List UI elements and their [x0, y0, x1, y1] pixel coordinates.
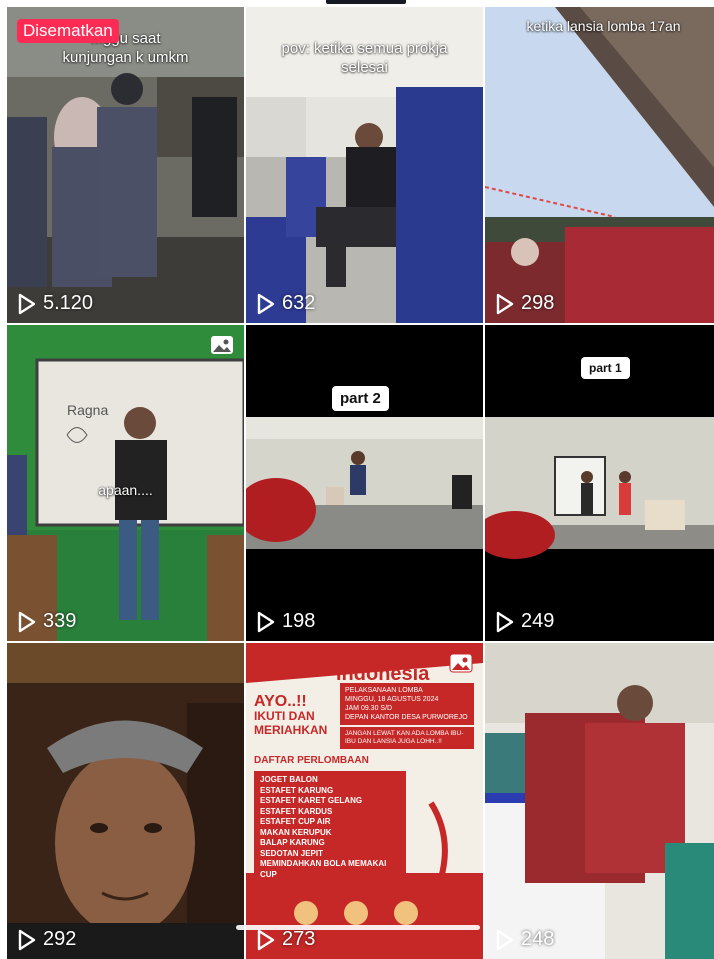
play-icon [257, 293, 275, 314]
poster-info-line: MINGGU, 18 AGUSTUS 2024 [345, 696, 439, 703]
view-count: 339 [17, 610, 76, 633]
poster-list-item: MEMINDAHKAN BOLA MEMAKAI CUP [260, 859, 387, 879]
poster-info-line: PELAKSANAAN LOMBA [345, 687, 423, 694]
video-tile-7[interactable]: 292 [7, 643, 244, 959]
view-count: 5.120 [17, 292, 93, 315]
view-count: 273 [256, 928, 315, 951]
poster-info-line: DEPAN KANTOR DESA PURWOREJO [345, 714, 468, 721]
video-thumbnail [246, 325, 483, 641]
view-count-value: 339 [43, 610, 77, 632]
poster-list-item: JOGET BALON [260, 775, 318, 784]
play-icon [257, 929, 275, 950]
play-icon [496, 611, 514, 632]
poster-list-item: ESTAFET CUP AIR [260, 817, 331, 826]
video-caption: pov: ketika semua prokja selesai [281, 40, 448, 76]
view-count-value: 5.120 [43, 292, 94, 314]
top-scroll-indicator [326, 0, 406, 4]
view-count-value: 198 [282, 610, 316, 632]
video-tile-9[interactable]: 248 [485, 643, 714, 959]
video-thumbnail [485, 643, 714, 959]
poster-slogan-line: IKUTI DAN [254, 709, 315, 723]
video-thumbnail [485, 7, 714, 323]
whiteboard-text: Ragna [67, 402, 108, 418]
view-count: 298 [495, 292, 554, 315]
video-caption: ketika lansia lomba 17an [526, 18, 681, 34]
poster-list: JOGET BALON ESTAFET KARUNG ESTAFET KARET… [254, 771, 406, 884]
video-tile-3[interactable]: ketika lansia lomba 17an 298 [485, 7, 714, 323]
play-icon [18, 293, 36, 314]
poster-note: JANGAN LEWAT KAN ADA LOMBA IBU-IBU DAN L… [340, 727, 474, 749]
poster-list-header: DAFTAR PERLOMBAAN [254, 755, 369, 766]
view-count: 198 [256, 610, 315, 633]
view-count-value: 632 [282, 292, 316, 314]
video-thumbnail [7, 643, 244, 959]
play-icon [257, 611, 275, 632]
poster-slogan-line: AYO..!! [254, 693, 307, 710]
poster-list-item: MAKAN KERUPUK [260, 827, 332, 837]
poster-slogan-line: MERIAHKAN [254, 723, 328, 737]
poster-list-item: BALAP KARUNG [260, 838, 325, 847]
poster-slogan: AYO..!! IKUTI DAN MERIAHKAN [254, 693, 338, 738]
view-count: 249 [495, 610, 554, 633]
view-count: 248 [495, 928, 554, 951]
poster-list-item: ESTAFET KARDUS [260, 806, 333, 816]
video-tile-2[interactable]: pov: ketika semua prokja selesai 632 [246, 7, 483, 323]
view-count-value: 273 [282, 928, 316, 950]
video-grid: ...ggu saat kunjungan k umkm Disematkan … [7, 7, 714, 959]
video-tile-4[interactable]: Ragna apaan.... 339 [7, 325, 244, 641]
view-count-value: 249 [521, 610, 555, 632]
play-icon [496, 293, 514, 314]
view-count: 292 [17, 928, 76, 951]
photo-icon [211, 336, 233, 354]
video-tile-8[interactable]: Dirgahayu Indonesia AYO..!! IKUTI DAN ME… [246, 643, 483, 959]
pinned-badge: Disematkan [17, 19, 119, 43]
photo-icon [449, 653, 473, 673]
home-indicator [236, 925, 480, 930]
video-tile-5[interactable]: part 2 198 [246, 325, 483, 641]
video-caption: apaan.... [98, 482, 153, 498]
view-count-value: 298 [521, 292, 555, 314]
poster-list-item: ESTAFET KARET GELANG [260, 796, 363, 805]
poster-list-item: SEDOTAN JEPIT [260, 848, 323, 858]
view-count-value: 292 [43, 928, 77, 950]
part-label: part 1 [581, 357, 630, 379]
poster-info: PELAKSANAAN LOMBA MINGGU, 18 AGUSTUS 202… [340, 683, 474, 725]
part-label: part 2 [332, 386, 389, 411]
play-icon [18, 611, 36, 632]
video-tile-6[interactable]: part 1 249 [485, 325, 714, 641]
play-icon [18, 929, 36, 950]
poster-list-item: ESTAFET KARUNG [260, 785, 334, 795]
video-tile-1[interactable]: ...ggu saat kunjungan k umkm Disematkan … [7, 7, 244, 323]
view-count: 632 [256, 292, 315, 315]
poster-info-line: JAM 09.30 S/D [345, 705, 393, 712]
view-count-value: 248 [521, 928, 555, 950]
play-icon [496, 929, 514, 950]
